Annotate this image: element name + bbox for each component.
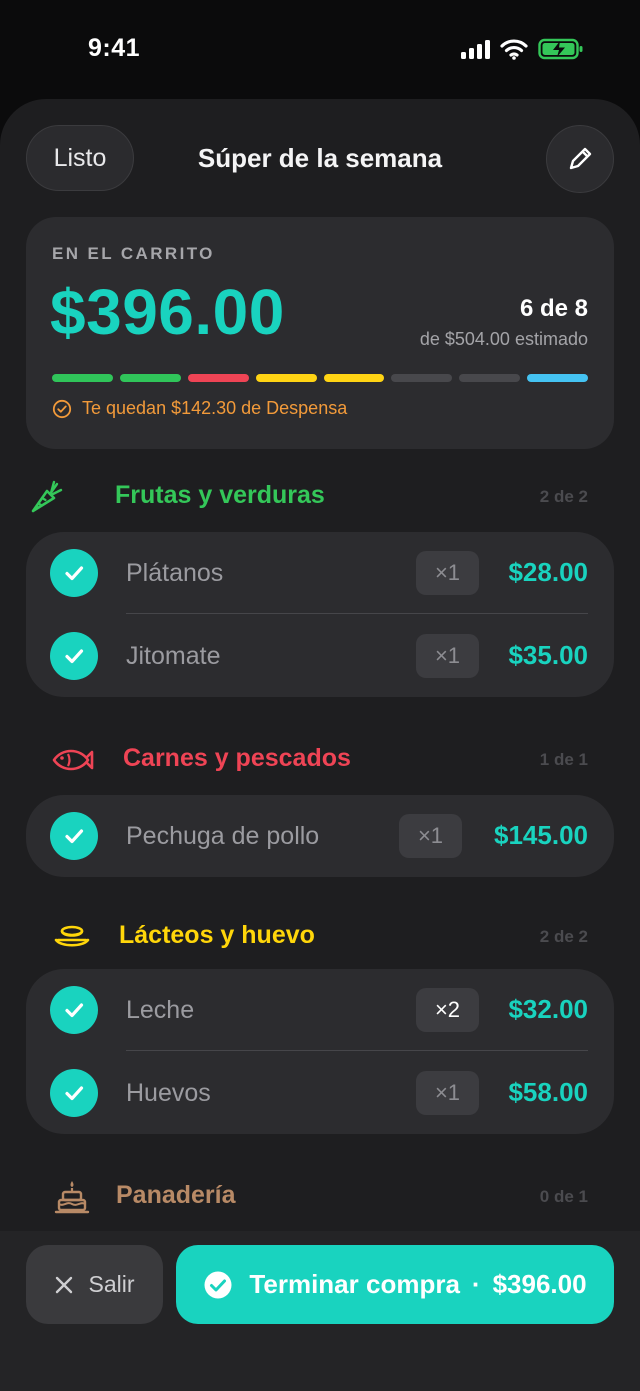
item-price: $28.00 (508, 557, 588, 587)
list-item[interactable]: Leche ×2 $32.00 (26, 969, 614, 1051)
progress-segment (459, 374, 521, 382)
bowl-icon (52, 917, 92, 957)
section-header-fruits[interactable]: Frutas y verduras 2 de 2 (26, 477, 588, 517)
battery-charging-icon (538, 38, 583, 60)
finish-button-label: Terminar compra (249, 1269, 460, 1299)
close-icon (56, 1276, 73, 1293)
section-count: 1 de 1 (539, 750, 588, 769)
cake-icon (52, 1177, 92, 1217)
exit-button-label: Salir (88, 1271, 135, 1297)
finish-button-total: $396.00 (492, 1269, 587, 1299)
status-icons (461, 38, 584, 60)
checkmark-icon (65, 566, 84, 581)
exit-button[interactable]: Salir (26, 1245, 163, 1324)
budget-note-text: Te quedan $142.30 de Despensa (82, 398, 348, 418)
checkmark-icon (65, 1086, 84, 1101)
section-title: Lácteos y huevo (119, 921, 315, 949)
item-name: Huevos (126, 1079, 211, 1107)
progress-segment (323, 374, 385, 382)
progress-segment (391, 374, 453, 382)
section-card-dairy: Leche ×2 $32.00 Huevos ×1 $58.00 (26, 969, 614, 1134)
status-time: 9:41 (88, 34, 141, 62)
item-name: Leche (126, 996, 195, 1024)
checkmark-icon (65, 649, 84, 664)
check-circle-icon (204, 1271, 232, 1298)
divider (126, 613, 588, 614)
list-item[interactable]: Pechuga de pollo ×1 $145.00 (26, 795, 614, 877)
section-title: Frutas y verduras (115, 481, 325, 509)
page-title: Súper de la semana (197, 143, 443, 173)
section-header-bakery[interactable]: Panadería 0 de 1 (26, 1177, 588, 1217)
quantity-badge[interactable]: ×1 (399, 814, 462, 858)
item-name: Pechuga de pollo (126, 822, 320, 850)
progress-segment (187, 374, 249, 382)
progress-segments (52, 374, 588, 382)
cart-summary-card: EN EL CARRITO $396.00 6 de 8 de $504.00 … (26, 217, 614, 449)
checkmark-icon (65, 829, 84, 844)
wifi-icon (500, 38, 528, 60)
section-header-meat[interactable]: Carnes y pescados 1 de 1 (26, 740, 588, 780)
section-card-fruits: Plátanos ×1 $28.00 Jitomate ×1 $35.00 (26, 532, 614, 697)
section-card-meat: Pechuga de pollo ×1 $145.00 (26, 795, 614, 877)
list-item[interactable]: Jitomate ×1 $35.00 (26, 615, 614, 697)
progress-segment (527, 374, 588, 382)
quantity-badge[interactable]: ×1 (416, 1071, 479, 1115)
fish-icon (50, 740, 94, 780)
section-count: 2 de 2 (539, 927, 588, 946)
cart-total: $396.00 (50, 276, 285, 348)
progress-segment (119, 374, 181, 382)
shopping-sheet: Listo Súper de la semana EN EL CARRITO $… (0, 99, 640, 1391)
checkbox-checked[interactable] (50, 812, 98, 860)
bottom-action-bar: Salir Terminar compra · $396.00 (0, 1231, 640, 1391)
edit-button[interactable] (546, 125, 614, 193)
item-name: Plátanos (126, 559, 224, 587)
section-header-dairy[interactable]: Lácteos y huevo 2 de 2 (26, 917, 588, 957)
item-price: $58.00 (508, 1077, 588, 1107)
check-circle-icon (52, 399, 72, 418)
finish-purchase-button[interactable]: Terminar compra · $396.00 (176, 1245, 614, 1324)
quantity-badge[interactable]: ×2 (416, 988, 479, 1032)
pencil-icon (569, 147, 592, 170)
item-price: $145.00 (494, 820, 588, 850)
list-item[interactable]: Plátanos ×1 $28.00 (26, 532, 614, 614)
quantity-badge[interactable]: ×1 (416, 634, 479, 678)
checkbox-checked[interactable] (50, 1069, 98, 1117)
cellular-signal-icon (461, 39, 490, 59)
progress-segment (255, 374, 317, 382)
carrot-icon (26, 477, 66, 517)
estimated-total: de $504.00 estimado (419, 329, 588, 349)
list-item[interactable]: Huevos ×1 $58.00 (26, 1052, 614, 1134)
budget-note: Te quedan $142.30 de Despensa (52, 398, 347, 419)
item-name: Jitomate (126, 642, 221, 670)
progress-segment (52, 374, 113, 382)
section-title: Carnes y pescados (123, 744, 351, 772)
checkbox-checked[interactable] (50, 549, 98, 597)
quantity-badge[interactable]: ×1 (416, 551, 479, 595)
divider (126, 1050, 588, 1051)
section-title: Panadería (116, 1181, 236, 1209)
finish-separator: · (471, 1269, 481, 1299)
checkbox-checked[interactable] (50, 632, 98, 680)
items-count: 6 de 8 (519, 295, 588, 322)
section-count: 0 de 1 (539, 1187, 588, 1206)
item-price: $35.00 (508, 640, 588, 670)
checkmark-icon (65, 1003, 84, 1018)
checkbox-checked[interactable] (50, 986, 98, 1034)
item-price: $32.00 (508, 994, 588, 1024)
section-count: 2 de 2 (539, 487, 588, 506)
cart-summary-label: EN EL CARRITO (52, 244, 215, 263)
status-bar: 9:41 (0, 0, 640, 100)
